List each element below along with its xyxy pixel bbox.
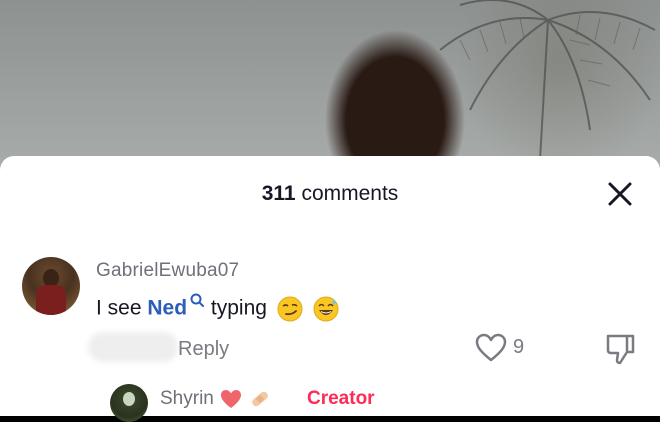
red-heart-icon [221,390,242,408]
comments-sheet: 311 comments GabrielEwuba07 I see Ned ty… [0,156,660,422]
comment-text: I see Ned typing [96,293,339,322]
comments-count-title: 311 comments [0,182,660,206]
reply-username[interactable]: Shyrin [160,388,214,409]
comments-count-label: comments [301,182,399,205]
like-count: 9 [513,336,525,358]
search-icon[interactable] [189,292,205,308]
reply-avatar-face [123,392,135,406]
comments-count: 311 [261,182,296,205]
reply-avatar[interactable] [110,384,148,422]
smirk-face-icon [277,296,303,322]
palm-tree-image [439,0,656,160]
close-icon[interactable] [604,178,636,210]
thumbs-down-icon[interactable] [604,332,636,366]
comment-text-after: typing [205,296,267,320]
grinning-sweat-face-icon [313,296,339,322]
comment-username[interactable]: GabrielEwuba07 [96,260,239,282]
reply-username-row[interactable]: Shyrin [160,388,272,410]
bandage-icon [252,391,269,407]
avatar-shirt [36,285,66,315]
mention-link[interactable]: Ned [147,297,187,320]
creator-badge: Creator [307,388,375,409]
blurred-timestamp [88,332,178,362]
heart-icon[interactable] [474,332,508,364]
reply-button[interactable]: Reply [178,338,229,361]
comment-text-before: I see [96,296,148,320]
avatar[interactable] [22,257,80,315]
